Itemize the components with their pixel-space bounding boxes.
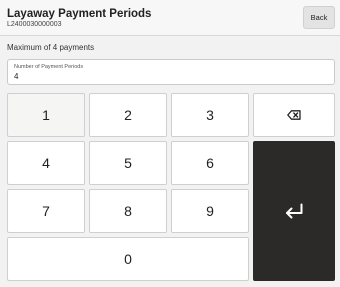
max-payments-note: Maximum of 4 payments — [7, 43, 95, 52]
key-7[interactable]: 7 — [7, 189, 85, 233]
key-0[interactable]: 0 — [7, 237, 249, 281]
payment-periods-value[interactable]: 4 — [14, 72, 18, 81]
key-2[interactable]: 2 — [89, 93, 167, 137]
header-bar: Layaway Payment Periods L2400030000003 B… — [0, 0, 340, 36]
key-6[interactable]: 6 — [171, 141, 249, 185]
enter-key[interactable] — [253, 141, 335, 281]
enter-return-icon — [284, 203, 304, 219]
key-5[interactable]: 5 — [89, 141, 167, 185]
backspace-key[interactable] — [253, 93, 335, 137]
payment-periods-field[interactable]: Number of Payment Periods 4 — [7, 59, 335, 85]
backspace-icon — [287, 110, 301, 120]
page-title: Layaway Payment Periods — [7, 8, 152, 20]
key-8[interactable]: 8 — [89, 189, 167, 233]
key-9[interactable]: 9 — [171, 189, 249, 233]
back-button[interactable]: Back — [303, 6, 335, 29]
payment-periods-label: Number of Payment Periods — [14, 64, 84, 70]
key-3[interactable]: 3 — [171, 93, 249, 137]
key-4[interactable]: 4 — [7, 141, 85, 185]
transaction-id: L2400030000003 — [7, 21, 62, 28]
key-1[interactable]: 1 — [7, 93, 85, 137]
